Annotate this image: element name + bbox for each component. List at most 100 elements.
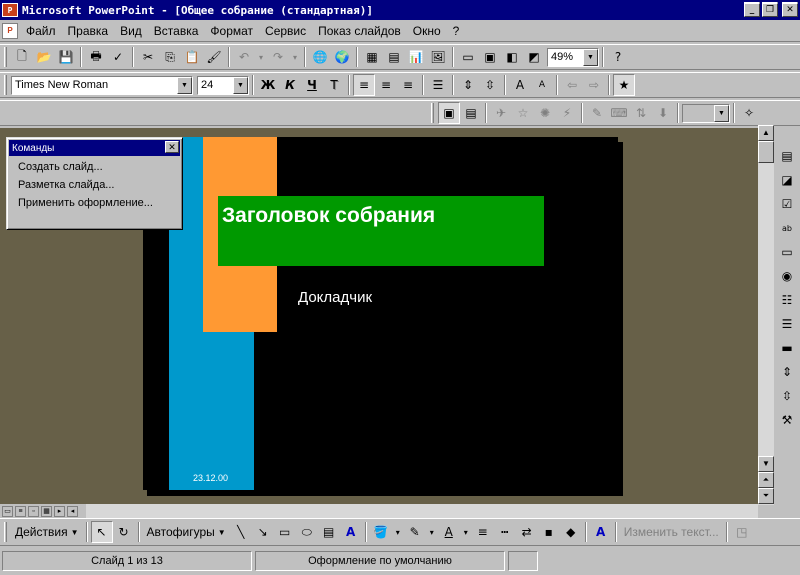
fill-color-icon[interactable]: 🪣 <box>370 521 392 543</box>
zoom-combo[interactable]: 49% ▼ <box>547 47 599 67</box>
shadow-button[interactable]: Т <box>323 74 345 96</box>
new-icon[interactable]: 🗋 <box>11 46 33 68</box>
textbox-icon[interactable]: ▤ <box>318 521 340 543</box>
document-icon[interactable]: P <box>2 22 18 39</box>
arrow-icon[interactable]: ↘ <box>252 521 274 543</box>
outline-view-icon[interactable]: ≡ <box>15 505 26 517</box>
menu-insert[interactable]: Вставка <box>148 22 205 40</box>
slide-view-icon[interactable]: ▫ <box>28 505 39 517</box>
flash-effect-icon[interactable]: ⚡ <box>556 102 578 124</box>
close-icon[interactable]: ✕ <box>165 141 179 153</box>
line-color-icon[interactable]: ✎ <box>404 521 426 543</box>
insert-clipart-icon[interactable]: 🖼 <box>427 46 449 68</box>
slide[interactable]: Заголовок собрания Докладчик 23.12.00 <box>143 137 618 490</box>
bullets-icon[interactable]: ☰ <box>427 74 449 96</box>
list-box-icon[interactable]: ☷ <box>776 289 798 311</box>
menu-slideshow[interactable]: Показ слайдов <box>312 22 407 40</box>
vertical-scrollbar[interactable]: ▲ ▼ ⏶ ⏷ <box>758 125 774 505</box>
menu-format[interactable]: Формат <box>204 22 259 40</box>
custom-animation-icon[interactable]: ✧ <box>738 102 760 124</box>
help-icon[interactable]: ? <box>607 46 629 68</box>
normal-view-icon[interactable]: ▭ <box>2 505 13 517</box>
next-slide-icon[interactable]: ⏷ <box>758 488 774 504</box>
bold-button[interactable]: Ж <box>257 74 279 96</box>
menu-file[interactable]: Файл <box>20 22 62 40</box>
insert-comment-icon[interactable]: ▤ <box>776 145 798 167</box>
slide-layout-icon[interactable]: ▣ <box>479 46 501 68</box>
scroll-left-icon[interactable]: ◂ <box>67 505 78 517</box>
previous-slide-icon[interactable]: ⏶ <box>758 472 774 488</box>
italic-button[interactable]: К <box>279 74 301 96</box>
dash-style-icon[interactable]: ┅ <box>494 521 516 543</box>
grayscale-icon[interactable]: ◩ <box>523 46 545 68</box>
scroll-thumb[interactable] <box>758 141 774 163</box>
menu-help[interactable]: ? <box>447 22 466 40</box>
increase-font-size-icon[interactable]: A <box>509 74 531 96</box>
toolbar-grip[interactable] <box>431 103 434 123</box>
open-icon[interactable]: 📂 <box>33 46 55 68</box>
slide-sorter-view-icon[interactable]: ▦ <box>41 505 52 517</box>
print-icon[interactable]: 🖶 <box>85 46 107 68</box>
insert-table-icon[interactable]: ▤ <box>383 46 405 68</box>
toolbar-grip[interactable] <box>4 47 7 67</box>
spin-button-icon[interactable]: ⇕ <box>776 361 798 383</box>
align-right-icon[interactable]: ≡ <box>397 74 419 96</box>
line-style-icon[interactable]: ≡ <box>472 521 494 543</box>
format-painter-icon[interactable]: 🖌 <box>203 46 225 68</box>
wordart-icon[interactable]: A <box>590 521 612 543</box>
chevron-down-icon[interactable]: ▼ <box>714 104 729 122</box>
wordart-icon[interactable]: A <box>340 521 362 543</box>
undo-icon[interactable]: ↶ <box>233 46 255 68</box>
toolbar-grip[interactable] <box>4 75 7 95</box>
menu-window[interactable]: Окно <box>407 22 447 40</box>
select-objects-icon[interactable]: ↖ <box>90 521 113 543</box>
drive-in-effect-icon[interactable]: ✈ <box>490 102 512 124</box>
chevron-down-icon[interactable]: ▼ <box>583 48 598 66</box>
animate-title-icon[interactable]: ▣ <box>438 102 460 124</box>
toolbar-grip[interactable] <box>4 522 7 542</box>
apply-design-icon[interactable]: ◧ <box>501 46 523 68</box>
chevron-down-icon[interactable]: ▾ <box>426 521 438 543</box>
redo-dropdown-icon[interactable]: ▾ <box>289 46 301 68</box>
menu-tools[interactable]: Сервис <box>259 22 312 40</box>
shadow-icon[interactable]: ▪ <box>538 521 560 543</box>
autoshapes-menu-button[interactable]: Автофигуры ▼ <box>143 521 230 543</box>
decrease-paragraph-spacing-icon[interactable]: ⇳ <box>479 74 501 96</box>
insert-chart-icon[interactable]: 📊 <box>405 46 427 68</box>
3d-icon[interactable]: ◆ <box>560 521 582 543</box>
doc-close-button[interactable]: ✕ <box>782 3 798 17</box>
scroll-down-icon[interactable]: ▼ <box>758 456 774 472</box>
command-slide-layout[interactable]: Разметка слайда... <box>7 176 182 194</box>
align-left-icon[interactable]: ≡ <box>353 74 375 96</box>
scroll-up-icon[interactable]: ▲ <box>758 125 774 141</box>
free-rotate-icon[interactable]: ↻ <box>113 521 135 543</box>
menu-edit[interactable]: Правка <box>62 22 115 40</box>
more-controls-icon[interactable]: ⚒ <box>776 409 798 431</box>
rectangle-icon[interactable]: ▭ <box>274 521 296 543</box>
textbox-control-icon[interactable]: ab <box>776 217 798 239</box>
drop-in-effect-icon[interactable]: ⬇ <box>652 102 674 124</box>
new-slide-icon[interactable]: ▭ <box>457 46 479 68</box>
demote-icon[interactable]: ⇨ <box>583 74 605 96</box>
animate-text-icon[interactable]: ▤ <box>460 102 482 124</box>
laser-text-effect-icon[interactable]: ✎ <box>586 102 608 124</box>
insert-word-table-icon[interactable]: ▦ <box>361 46 383 68</box>
edit-text-button[interactable]: Изменить текст... <box>620 521 723 543</box>
oval-icon[interactable]: ⬭ <box>296 521 318 543</box>
chevron-down-icon[interactable]: ▾ <box>460 521 472 543</box>
command-apply-design[interactable]: Применить оформление... <box>7 194 182 212</box>
increase-paragraph-spacing-icon[interactable]: ⇕ <box>457 74 479 96</box>
horizontal-scrollbar[interactable] <box>86 504 758 518</box>
checkbox-icon[interactable]: ☑ <box>776 193 798 215</box>
chevron-down-icon[interactable]: ▾ <box>392 521 404 543</box>
doc-minimize-button[interactable]: _ <box>744 3 760 17</box>
design-mode-icon[interactable]: ◪ <box>776 169 798 191</box>
animation-order-combo[interactable]: ▼ <box>682 103 730 123</box>
camera-effect-icon[interactable]: ✺ <box>534 102 556 124</box>
slide-show-icon[interactable]: ▸ <box>54 505 65 517</box>
chevron-down-icon[interactable]: ▼ <box>233 76 248 94</box>
chevron-down-icon[interactable]: ▼ <box>177 76 192 94</box>
promote-icon[interactable]: ⇦ <box>561 74 583 96</box>
typewriter-effect-icon[interactable]: ⌨ <box>608 102 630 124</box>
command-new-slide[interactable]: Создать слайд... <box>7 158 182 176</box>
